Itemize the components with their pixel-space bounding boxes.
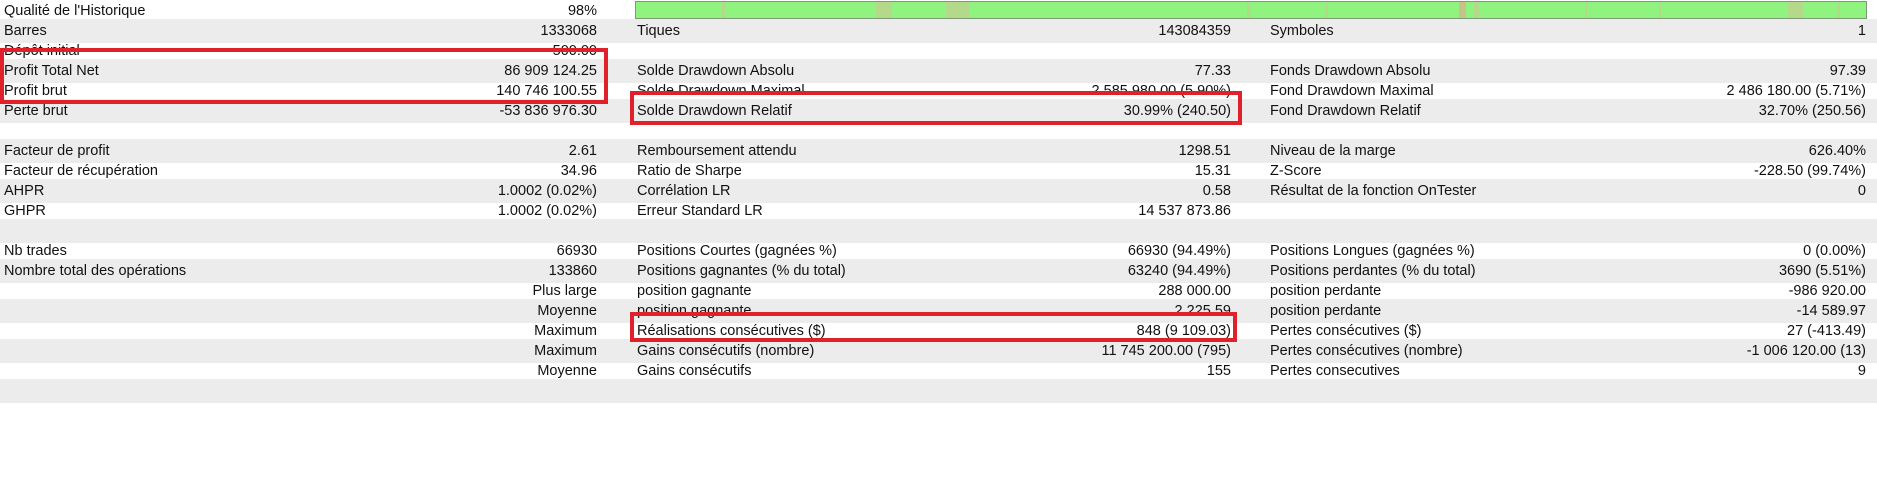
quality-segment <box>876 2 893 18</box>
quality-segment <box>1473 2 1479 18</box>
report-row-19 <box>0 379 1877 403</box>
quality-segment <box>1247 2 1250 18</box>
backtest-report: Qualité de l'Historique 98% Barres 1333068 T… <box>0 0 1877 485</box>
quality-segment <box>1584 2 1588 18</box>
quality-segment <box>1658 2 1661 18</box>
quality-segment <box>1837 2 1840 18</box>
quality-segment <box>1325 2 1329 18</box>
quality-segment <box>1458 2 1467 18</box>
quality-segment <box>1787 2 1803 18</box>
quality-segment <box>946 2 969 18</box>
quality-segment <box>722 2 725 18</box>
history-quality-bar <box>635 1 1867 19</box>
